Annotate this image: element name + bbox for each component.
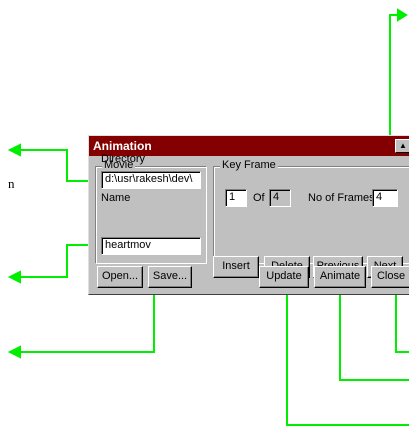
open-button[interactable]: Open...: [97, 266, 143, 288]
no-of-frames-label: No of Frames: [308, 192, 375, 204]
callout-animate: [339, 286, 409, 381]
name-label: Name: [101, 192, 131, 204]
callout-close: [395, 286, 409, 353]
of-label: Of: [253, 192, 265, 204]
side-text-fragment: n: [8, 176, 15, 191]
callout-update: [286, 286, 409, 426]
window-title: Animation: [93, 139, 152, 153]
name-field[interactable]: heartmov: [101, 237, 201, 255]
no-of-frames-field[interactable]: 4: [372, 189, 398, 207]
current-frame-field[interactable]: 1: [225, 189, 247, 207]
keyframe-group: Key Frame: [213, 159, 409, 264]
close-button[interactable]: Close: [371, 266, 409, 288]
animation-dialog: Animation ▲ Movie Directory d:\usr\rakes…: [88, 135, 409, 295]
update-button[interactable]: Update: [259, 266, 309, 288]
insert-button[interactable]: Insert: [213, 256, 259, 278]
scroll-up-icon[interactable]: ▲: [395, 139, 409, 153]
directory-field[interactable]: d:\usr\rakesh\dev\: [101, 171, 201, 189]
directory-label: Directory: [101, 153, 146, 165]
callout-save: [16, 286, 155, 353]
keyframe-group-label: Key Frame: [220, 159, 278, 171]
save-button[interactable]: Save...: [148, 266, 192, 288]
total-frames-field: 4: [269, 189, 291, 207]
animate-button[interactable]: Animate: [314, 266, 366, 288]
